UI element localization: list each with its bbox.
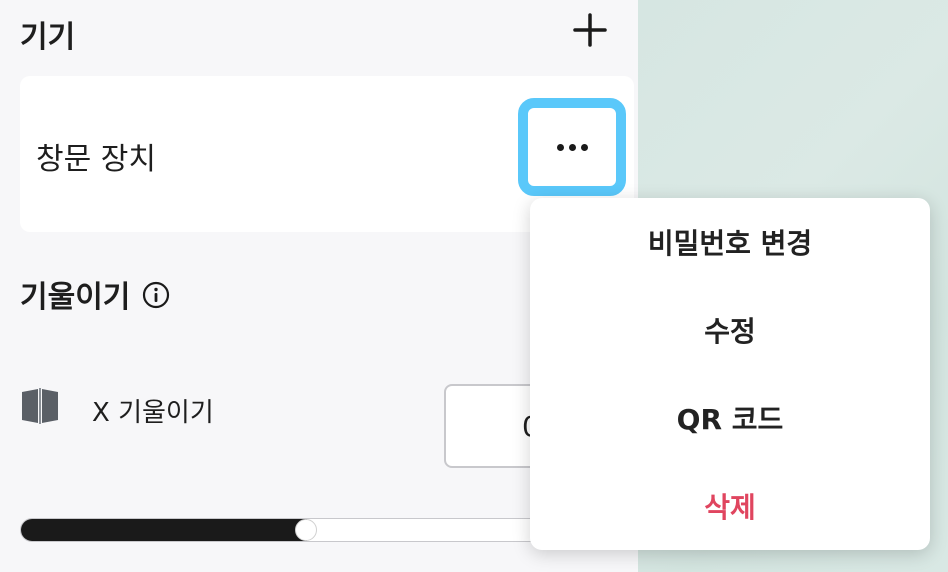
- menu-item-delete[interactable]: 삭제: [530, 462, 930, 550]
- plus-icon: [573, 13, 607, 51]
- menu-item-change-password[interactable]: 비밀번호 변경: [530, 198, 930, 286]
- tilt-icon: [20, 388, 60, 424]
- menu-item-edit[interactable]: 수정: [530, 286, 930, 374]
- info-icon[interactable]: [142, 281, 170, 309]
- slider-fill: [21, 519, 307, 541]
- ellipsis-icon: [534, 114, 610, 180]
- x-tilt-label: X 기울이기: [92, 398, 214, 428]
- slider-thumb[interactable]: [294, 519, 317, 541]
- tilt-section-title: 기울이기: [20, 280, 131, 315]
- device-more-button[interactable]: [518, 98, 626, 196]
- device-context-menu: 비밀번호 변경 수정 QR 코드 삭제: [530, 198, 930, 550]
- add-device-button[interactable]: [570, 12, 610, 52]
- menu-item-qr-code[interactable]: QR 코드: [530, 374, 930, 462]
- devices-section-title: 기기: [20, 20, 76, 55]
- device-name: 창문 장치: [36, 142, 156, 177]
